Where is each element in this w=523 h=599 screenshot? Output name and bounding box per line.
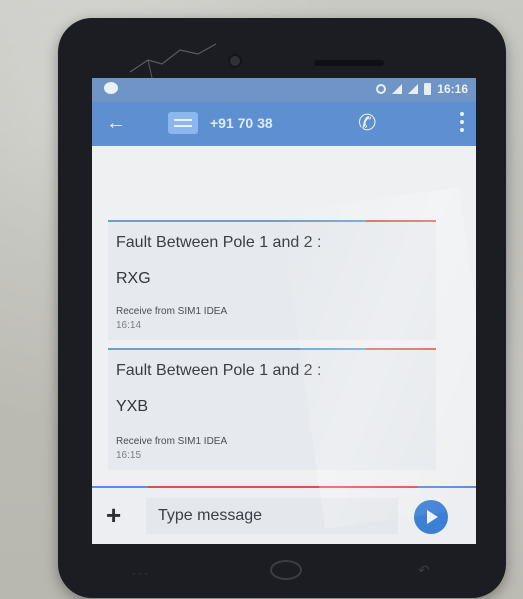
plus-icon[interactable]: + bbox=[106, 500, 121, 531]
status-icons: 16:16 bbox=[376, 82, 468, 96]
message-time: 16:15 bbox=[116, 450, 142, 461]
send-button[interactable] bbox=[414, 500, 448, 534]
status-bar: 16:16 bbox=[92, 78, 476, 102]
earpiece-speaker bbox=[314, 60, 384, 66]
recent-apps-icon[interactable]: ··· bbox=[132, 566, 150, 580]
bubble-accent bbox=[366, 220, 436, 222]
signal-icon bbox=[392, 84, 403, 94]
message-code: RXG bbox=[116, 270, 151, 287]
message-code: YXB bbox=[116, 398, 149, 415]
front-camera bbox=[228, 54, 242, 68]
home-icon[interactable] bbox=[270, 560, 302, 580]
message-bubble[interactable]: Fault Between Pole 1 and 2 : YXB Receive… bbox=[108, 348, 436, 470]
hardware-nav: ··· ↶ bbox=[92, 548, 476, 588]
message-title: Fault Between Pole 1 and 2 : bbox=[116, 234, 322, 251]
arrow-left-icon[interactable]: ← bbox=[106, 112, 126, 135]
app-bar: ← +91 70 38 ✆ bbox=[92, 102, 476, 146]
status-time: 16:16 bbox=[437, 82, 468, 96]
bubble-accent bbox=[366, 348, 436, 350]
notification-icon bbox=[104, 82, 118, 94]
compose-bar: + bbox=[92, 486, 476, 544]
message-title: Fault Between Pole 1 and 2 : bbox=[116, 362, 322, 379]
contact-avatar-icon bbox=[168, 112, 198, 134]
signal-icon bbox=[408, 84, 419, 94]
back-nav-icon[interactable]: ↶ bbox=[418, 562, 430, 579]
message-bubble[interactable]: Fault Between Pole 1 and 2 : RXG Receive… bbox=[108, 220, 436, 340]
phone-screen: 16:16 ← +91 70 38 ✆ Fault Between Pole 1… bbox=[92, 78, 476, 544]
message-from: Receive from SIM1 IDEA bbox=[116, 436, 228, 447]
phone-icon[interactable]: ✆ bbox=[358, 110, 376, 136]
battery-icon bbox=[424, 83, 432, 95]
message-from: Receive from SIM1 IDEA bbox=[116, 306, 228, 317]
more-vertical-icon[interactable] bbox=[460, 112, 464, 132]
message-time: 16:14 bbox=[116, 320, 142, 331]
screen-crack bbox=[129, 43, 217, 79]
message-input[interactable] bbox=[146, 498, 398, 534]
conversation-list: Fault Between Pole 1 and 2 : RXG Receive… bbox=[92, 146, 476, 486]
contact-title[interactable]: +91 70 38 bbox=[210, 115, 273, 131]
volume-icon bbox=[376, 84, 387, 94]
compose-accent bbox=[148, 486, 418, 488]
